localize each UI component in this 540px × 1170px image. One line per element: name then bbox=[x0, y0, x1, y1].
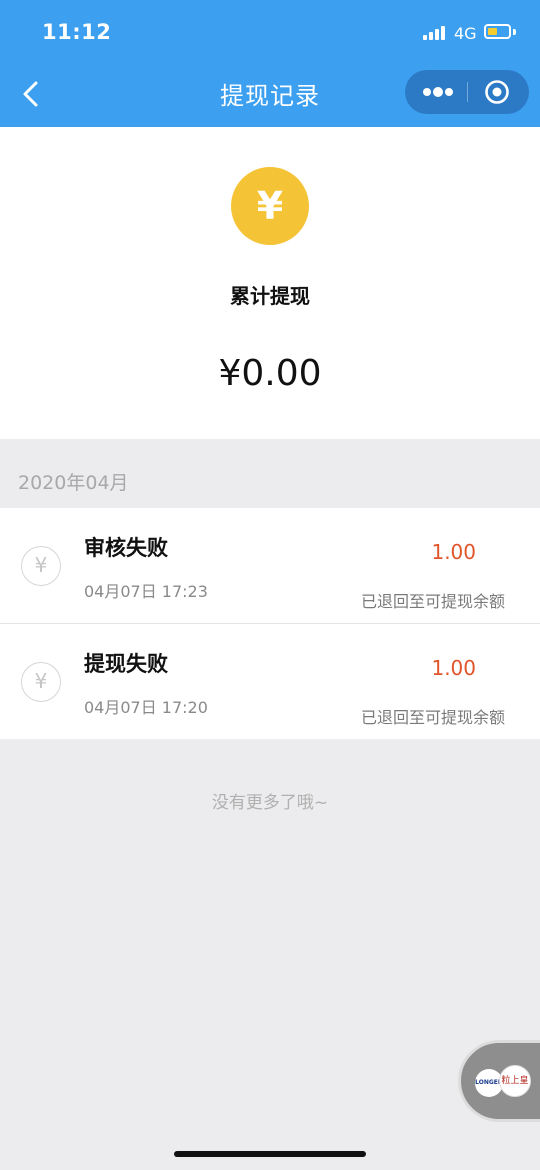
no-more-text: 没有更多了哦~ bbox=[211, 793, 329, 813]
close-button[interactable] bbox=[484, 79, 510, 105]
battery-tip bbox=[513, 29, 516, 35]
record-status: 提现失败 bbox=[84, 652, 168, 676]
record-note: 已退回至可提现余额 bbox=[360, 708, 505, 727]
record-time: 04月07日 17:20 bbox=[84, 698, 208, 717]
battery-icon bbox=[484, 24, 511, 39]
nav-header: 11:12 4G 提现记录 bbox=[0, 0, 540, 127]
withdraw-summary: ¥ 累计提现 ¥0.00 bbox=[0, 127, 540, 439]
yuan-coin-icon: ¥ bbox=[231, 167, 309, 245]
home-indicator[interactable] bbox=[174, 1151, 366, 1157]
floating-brand-button[interactable]: LONGEN 粒上皇 bbox=[458, 1040, 540, 1122]
record-amount: 1.00 bbox=[431, 540, 476, 564]
more-button[interactable] bbox=[405, 70, 467, 114]
status-time: 11:12 bbox=[42, 20, 112, 44]
list-item[interactable]: ¥ 审核失败 04月07日 17:23 1.00 已退回至可提现余额 bbox=[0, 508, 540, 623]
total-withdraw-amount: ¥0.00 bbox=[218, 353, 322, 394]
record-amount: 1.00 bbox=[431, 656, 476, 680]
month-header: 2020年04月 bbox=[18, 472, 129, 494]
record-time: 04月07日 17:23 bbox=[84, 582, 208, 601]
yuan-coin-icon: ¥ bbox=[21, 546, 61, 586]
yuan-coin-icon: ¥ bbox=[21, 662, 61, 702]
total-withdraw-label: 累计提现 bbox=[230, 284, 310, 308]
network-type: 4G bbox=[454, 24, 477, 43]
list-item[interactable]: ¥ 提现失败 04月07日 17:20 1.00 已退回至可提现余额 bbox=[0, 624, 540, 739]
miniprogram-capsule bbox=[405, 70, 529, 114]
close-target-icon bbox=[485, 80, 509, 104]
capsule-divider bbox=[467, 82, 468, 102]
record-status: 审核失败 bbox=[84, 536, 168, 560]
signal-icon bbox=[423, 26, 445, 40]
record-note: 已退回至可提现余额 bbox=[360, 592, 505, 611]
brand-logo-icon: 粒上皇 bbox=[499, 1065, 531, 1097]
